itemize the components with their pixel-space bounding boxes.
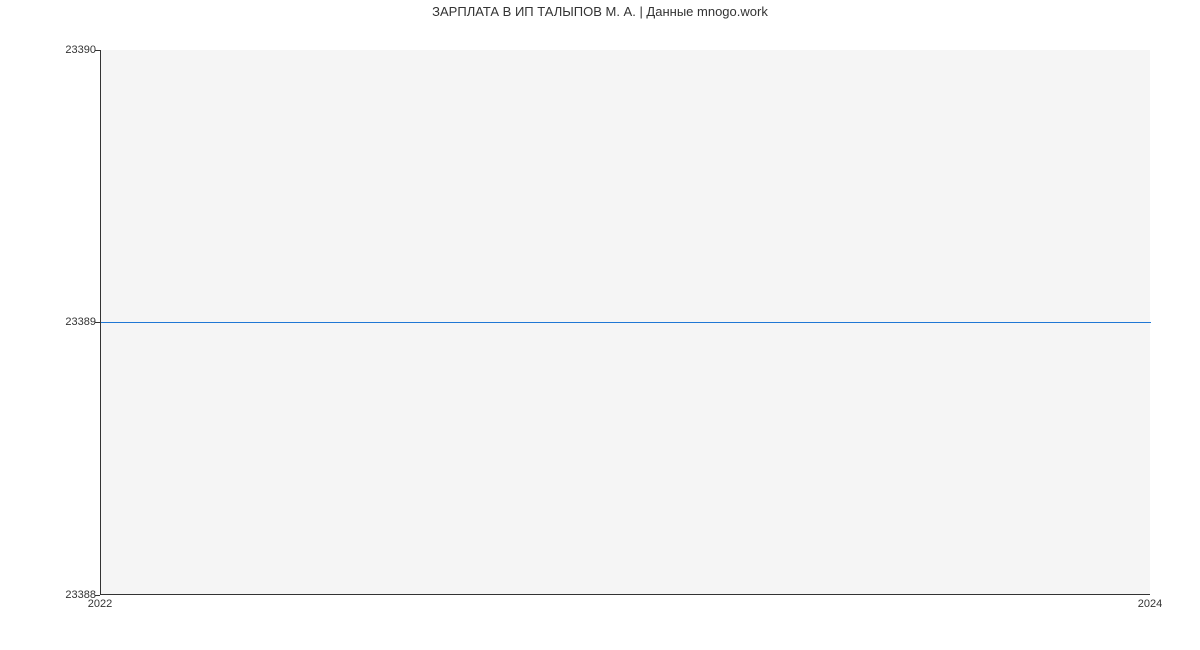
y-tick-label: 23390 bbox=[6, 44, 96, 56]
chart-container: ЗАРПЛАТА В ИП ТАЛЫПОВ М. А. | Данные mno… bbox=[0, 0, 1200, 650]
plot-area bbox=[100, 50, 1150, 595]
data-line bbox=[101, 322, 1151, 323]
y-tick-label: 23388 bbox=[6, 589, 96, 601]
y-tick-label: 23389 bbox=[6, 316, 96, 328]
x-tick-label: 2022 bbox=[88, 598, 112, 610]
x-tick-label: 2024 bbox=[1138, 598, 1162, 610]
chart-title: ЗАРПЛАТА В ИП ТАЛЫПОВ М. А. | Данные mno… bbox=[0, 4, 1200, 19]
